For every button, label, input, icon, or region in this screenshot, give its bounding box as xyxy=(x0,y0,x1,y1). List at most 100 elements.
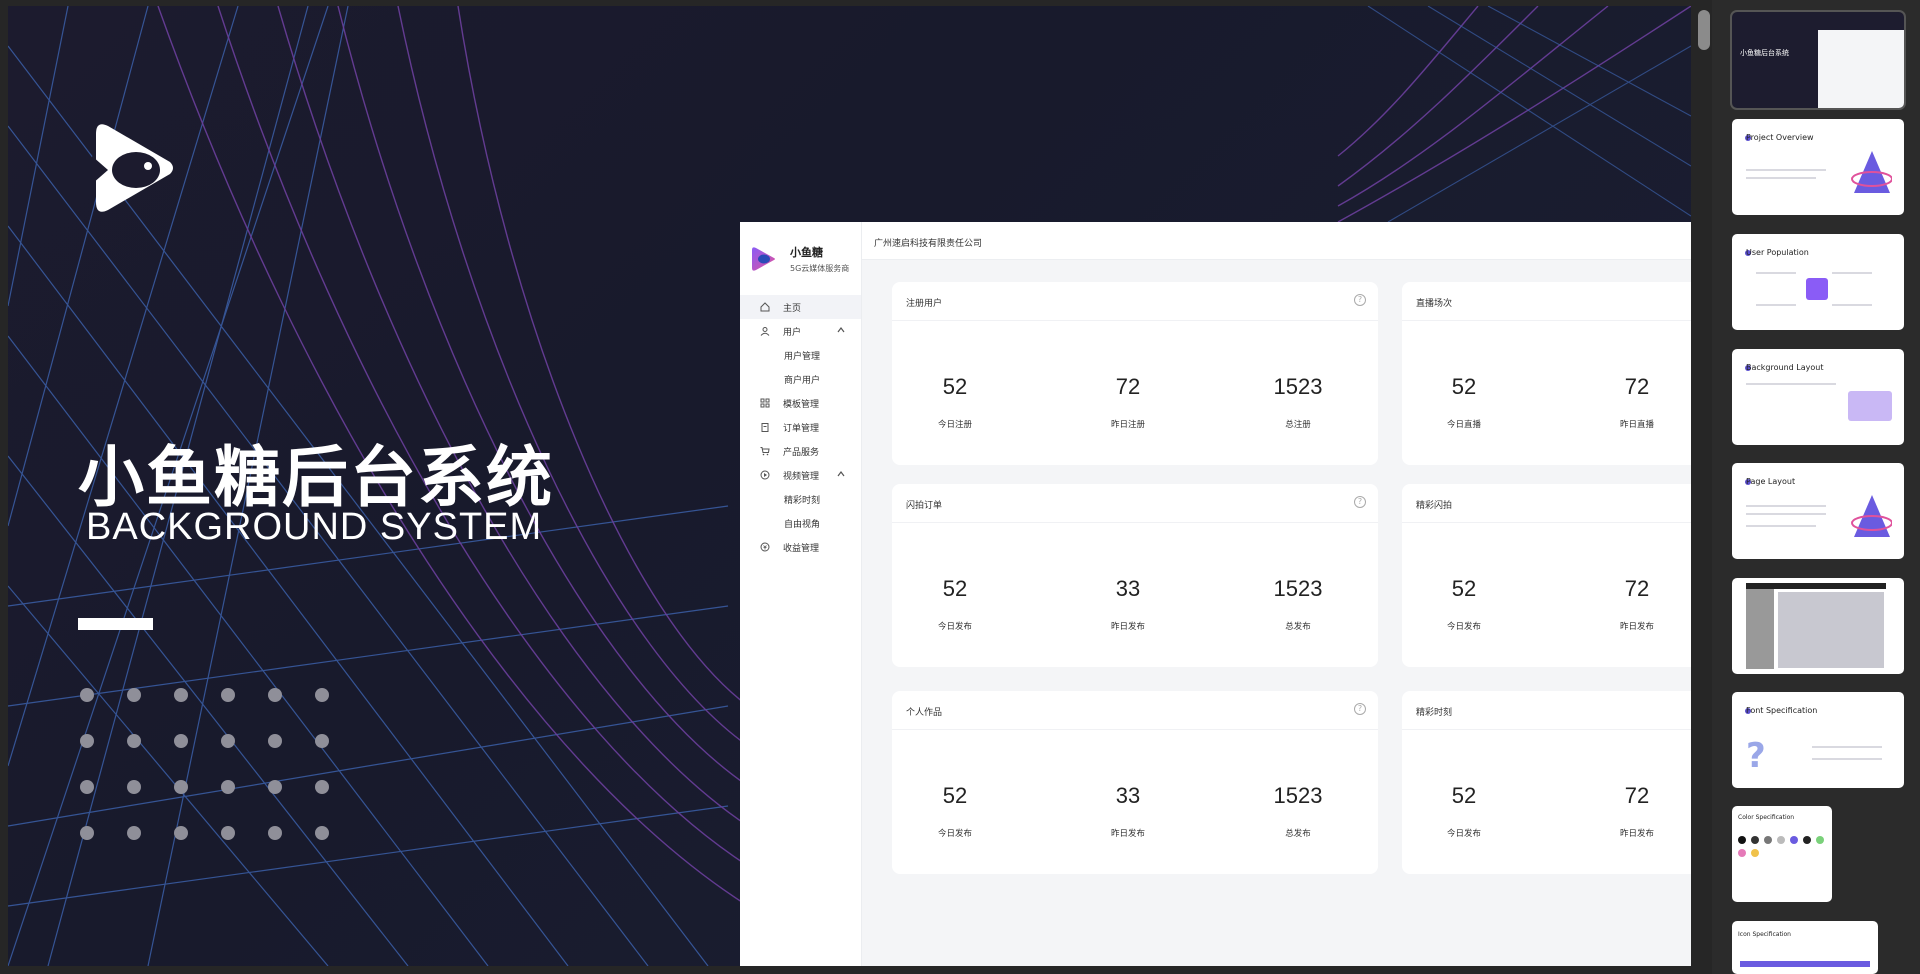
stat-item: 52 今日发布 xyxy=(1404,783,1524,839)
brand-tagline: 5G云媒体服务商 xyxy=(790,264,850,273)
slide-thumbnail-panel: 小鱼糖后台系统 Project Overview User Population… xyxy=(1712,0,1920,974)
card-title: 个人作品 xyxy=(906,708,943,718)
card-title: 直播场次 xyxy=(1416,299,1453,309)
chevron-up-icon xyxy=(837,471,845,477)
slide-thumbnail[interactable]: User Population xyxy=(1732,234,1904,330)
prism-graphic-icon xyxy=(1851,495,1892,537)
sidebar-item-videos[interactable]: 视频管理 xyxy=(740,463,861,487)
thumbnail-title: Page Layout xyxy=(1746,477,1796,486)
card-divider xyxy=(892,320,1378,321)
sidebar-item-label: 收益管理 xyxy=(783,543,820,554)
sidebar-item-highlights[interactable]: 精彩时刻 xyxy=(740,487,861,511)
thumbnail-title: Project Overview xyxy=(1746,133,1814,142)
sidebar-menu: 主页 用户 用户管理 商户用户 模板管理 订单管理 产品服务 视频管理 精彩时刻… xyxy=(740,295,861,559)
thumbnail-line xyxy=(1832,272,1872,274)
play-icon xyxy=(760,470,770,480)
dot-grid xyxy=(80,688,362,840)
sidebar-item-label: 模板管理 xyxy=(783,399,820,410)
sidebar-item-users[interactable]: 用户 xyxy=(740,319,861,343)
stat-value: 72 xyxy=(1624,783,1650,808)
prism-graphic-icon xyxy=(1851,151,1892,193)
stat-value: 52 xyxy=(1451,783,1477,808)
sidebar-item-label: 用户 xyxy=(783,327,802,338)
slide-thumbnail[interactable]: Project Overview xyxy=(1732,119,1904,215)
cart-icon xyxy=(760,447,770,456)
sidebar-item-label: 产品服务 xyxy=(783,447,820,458)
stat-value: 72 xyxy=(1624,374,1650,399)
thumbnail-line xyxy=(1812,746,1882,748)
sidebar-item-home[interactable]: 主页 xyxy=(740,295,861,319)
scrollbar-thumb[interactable] xyxy=(1698,10,1710,50)
stat-label: 总注册 xyxy=(1285,420,1311,430)
thumbnail-icon-strip xyxy=(1740,961,1870,967)
stat-card-flash-highlights: 精彩闪拍 52 今日发布 72 昨日发布 xyxy=(1402,484,1691,667)
stat-label: 总发布 xyxy=(1285,829,1311,839)
stat-item: 52 今日直播 xyxy=(1404,374,1524,430)
stat-label: 昨日发布 xyxy=(1110,622,1145,632)
stat-item: 72 昨日发布 xyxy=(1577,576,1691,632)
thumbnail-line xyxy=(1756,304,1796,306)
slide-thumbnail[interactable]: 小鱼糖后台系统 xyxy=(1730,10,1906,110)
thumbnail-line xyxy=(1746,513,1826,515)
thumbnail-sidebar xyxy=(1746,589,1774,669)
thumbnail-question-mark-icon: ? xyxy=(1746,736,1766,776)
sidebar-item-products[interactable]: 产品服务 xyxy=(740,439,861,463)
card-divider xyxy=(1402,729,1691,730)
slide-thumbnail[interactable]: Background Layout xyxy=(1732,349,1904,445)
sidebar-item-revenue[interactable]: 收益管理 xyxy=(740,535,861,559)
stat-card-personal-works: 个人作品 ? 52 今日发布 33 昨日发布 1523 总发布 xyxy=(892,691,1378,874)
company-name: 广州速启科技有限责任公司 xyxy=(874,239,983,249)
color-swatches xyxy=(1738,836,1828,857)
stat-value: 72 xyxy=(1624,576,1650,601)
home-icon xyxy=(760,302,770,312)
thumbnail-graphic xyxy=(1806,278,1828,300)
card-divider xyxy=(1402,320,1691,321)
sidebar-item-label: 视频管理 xyxy=(783,471,820,482)
stat-card-live-sessions: 直播场次 52 今日直播 72 昨日直播 xyxy=(1402,282,1691,465)
help-icon[interactable]: ? xyxy=(1354,294,1366,306)
stat-label: 总发布 xyxy=(1285,622,1311,632)
presentation-app: 小鱼糖后台系统 BACKGROUND SYSTEM 小鱼糖 5G云媒体服务商 主… xyxy=(0,0,1920,974)
stat-card-flash-orders: 闪拍订单 ? 52 今日发布 33 昨日发布 1523 总发布 xyxy=(892,484,1378,667)
admin-dashboard-preview: 小鱼糖 5G云媒体服务商 主页 用户 用户管理 商户用户 模板管理 订单管理 产… xyxy=(740,222,1691,966)
stat-value: 1523 xyxy=(1273,374,1323,399)
stat-item: 52 今日发布 xyxy=(895,783,1015,839)
slide-thumbnail[interactable]: Icon Specification xyxy=(1732,921,1878,974)
brand-name: 小鱼糖 xyxy=(790,246,823,259)
thumbnail-title: Color Specification xyxy=(1738,814,1795,821)
slide-thumbnail[interactable] xyxy=(1732,578,1904,674)
thumbnail-line xyxy=(1832,304,1872,306)
stat-item: 72 昨日发布 xyxy=(1577,783,1691,839)
stat-card-highlight-moments: 精彩时刻 52 今日发布 72 昨日发布 xyxy=(1402,691,1691,874)
sidebar-item-templates[interactable]: 模板管理 xyxy=(740,391,861,415)
help-icon[interactable]: ? xyxy=(1354,496,1366,508)
coin-icon xyxy=(760,542,770,552)
slide-subtitle: BACKGROUND SYSTEM xyxy=(86,506,543,548)
sidebar-item-free-view[interactable]: 自由视角 xyxy=(740,511,861,535)
stat-label: 昨日直播 xyxy=(1619,420,1654,430)
help-icon[interactable]: ? xyxy=(1354,703,1366,715)
user-icon xyxy=(760,327,770,336)
main-slide: 小鱼糖后台系统 BACKGROUND SYSTEM 小鱼糖 5G云媒体服务商 主… xyxy=(8,6,1691,966)
slide-thumbnail[interactable]: Page Layout xyxy=(1732,463,1904,559)
thumbnail-line xyxy=(1812,758,1882,760)
stat-item: 72 昨日注册 xyxy=(1068,374,1188,430)
sidebar-item-merchant-users[interactable]: 商户用户 xyxy=(740,367,861,391)
card-divider xyxy=(892,522,1378,523)
stat-label: 昨日发布 xyxy=(1619,829,1654,839)
title-underline xyxy=(78,618,153,630)
stat-item: 1523 总发布 xyxy=(1238,783,1358,839)
thumbnail-line xyxy=(1746,169,1826,171)
thumbnail-line xyxy=(1756,272,1796,274)
stat-value: 33 xyxy=(1115,783,1141,808)
sidebar-item-orders[interactable]: 订单管理 xyxy=(740,415,861,439)
stat-item: 33 昨日发布 xyxy=(1068,576,1188,632)
sidebar-item-label: 主页 xyxy=(783,303,802,314)
brand: 小鱼糖 5G云媒体服务商 xyxy=(750,244,849,274)
card-divider xyxy=(892,729,1378,730)
sidebar-item-user-management[interactable]: 用户管理 xyxy=(740,343,861,367)
slide-thumbnail[interactable]: Color Specification xyxy=(1732,806,1832,902)
stat-label: 昨日发布 xyxy=(1619,622,1654,632)
stat-item: 52 今日注册 xyxy=(895,374,1015,430)
slide-thumbnail[interactable]: Font Specification ? xyxy=(1732,692,1904,788)
